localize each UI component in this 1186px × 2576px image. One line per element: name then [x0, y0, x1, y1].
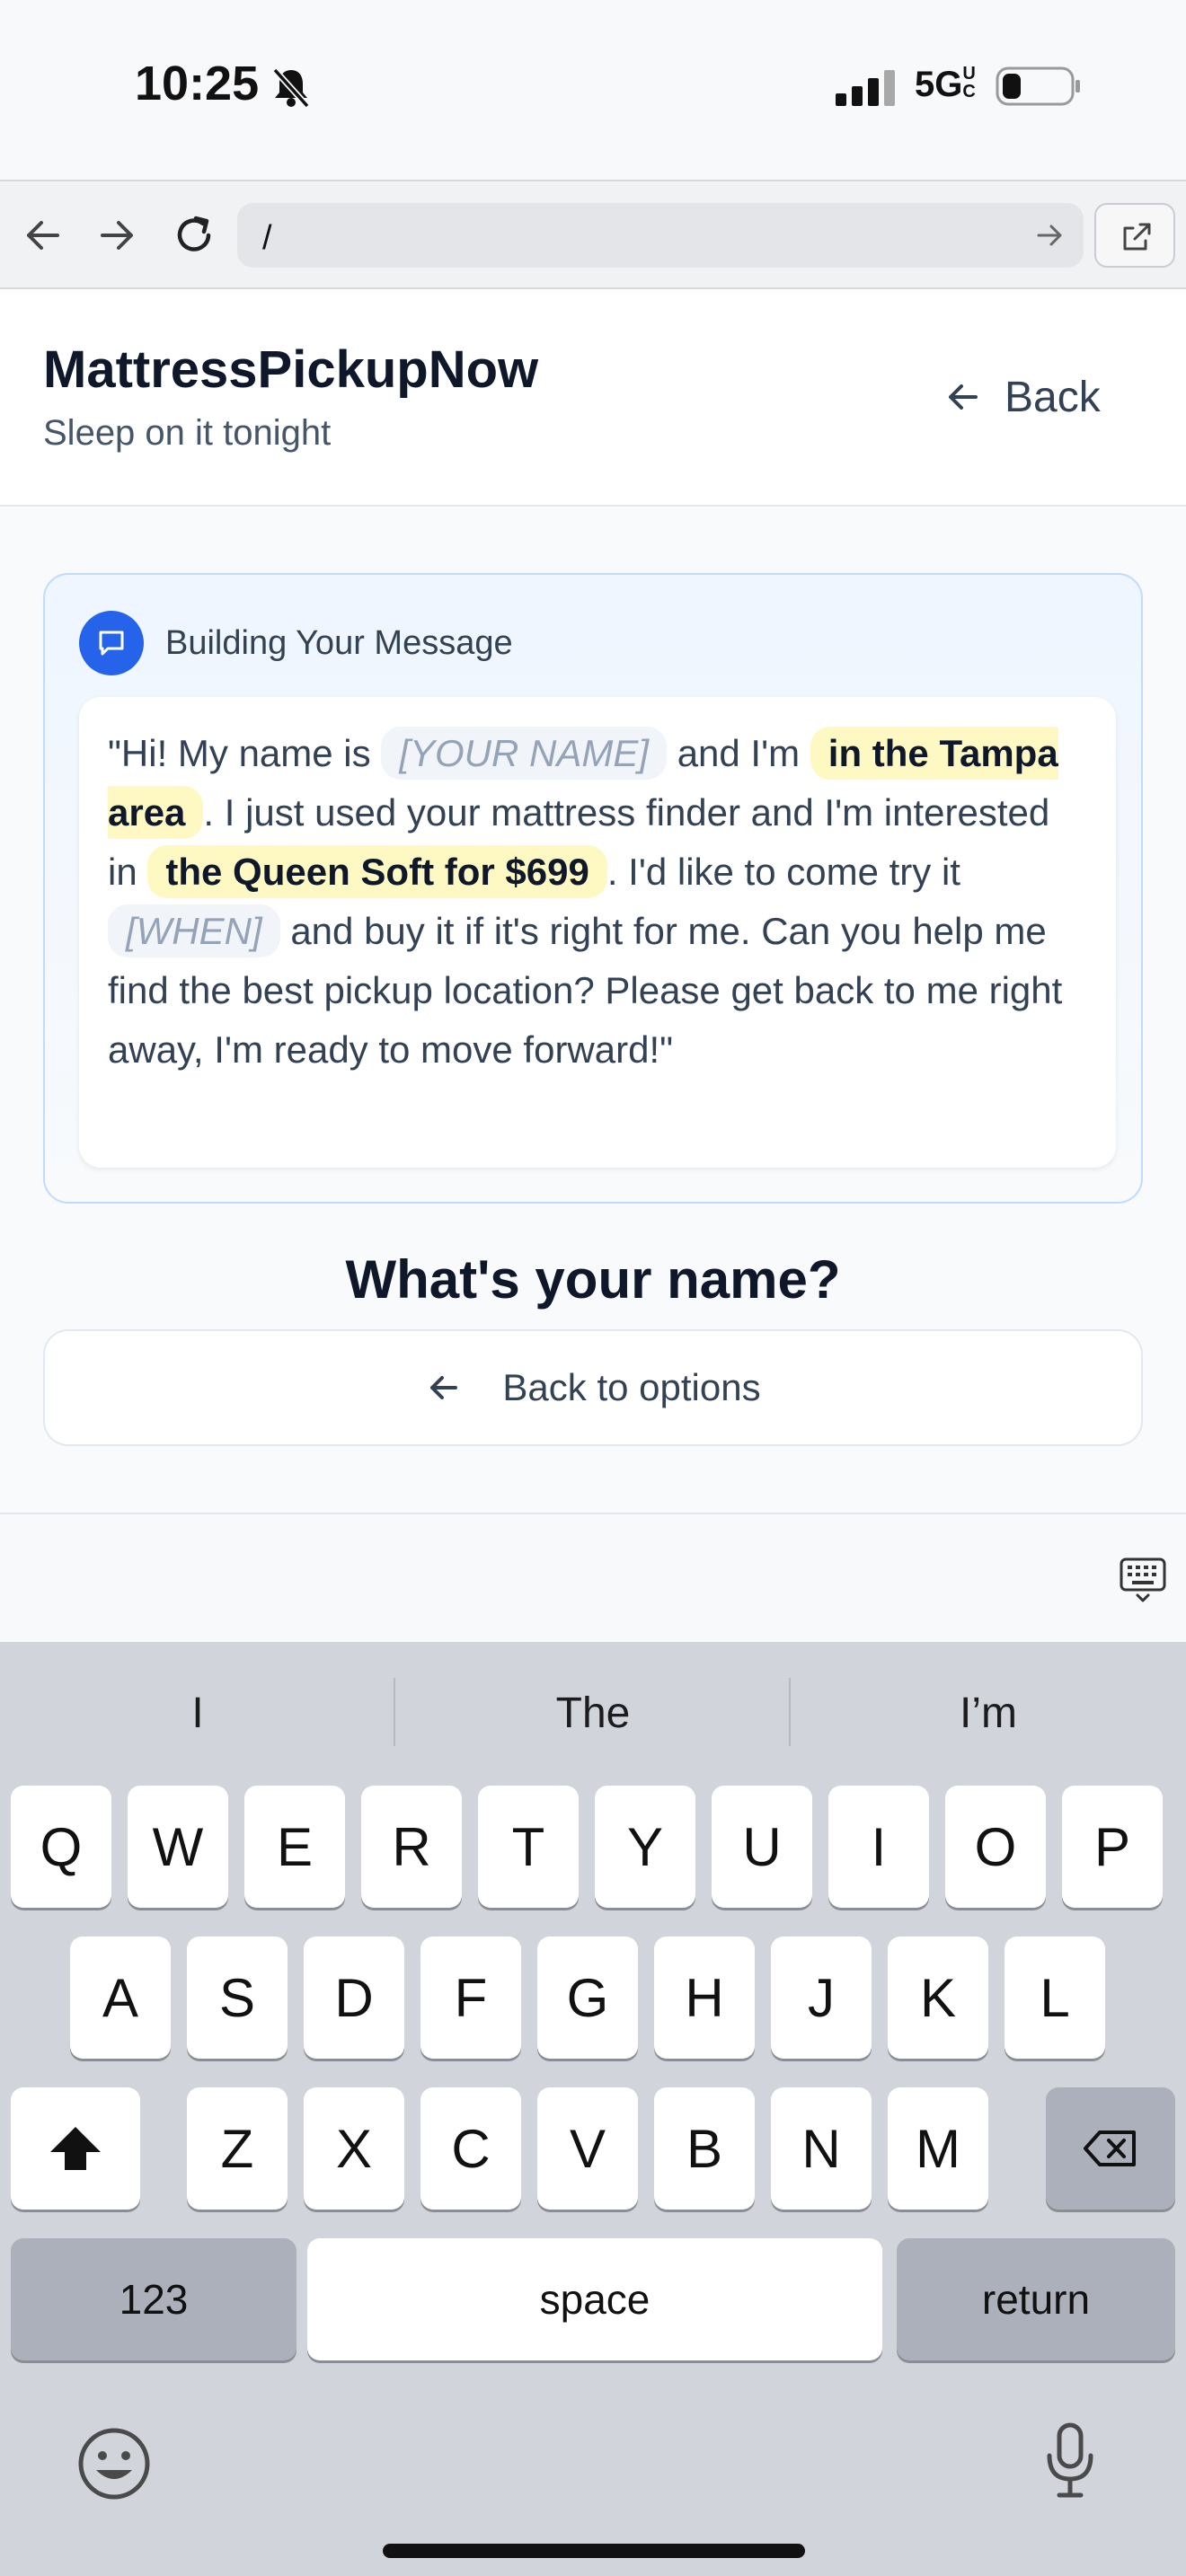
open-external-button[interactable] — [1094, 203, 1175, 268]
key-r[interactable]: R — [361, 1786, 462, 1908]
key-o[interactable]: O — [945, 1786, 1046, 1908]
keyboard-dismiss-icon[interactable] — [1118, 1554, 1168, 1604]
key-z[interactable]: Z — [187, 2087, 288, 2210]
back-arrow-icon[interactable] — [18, 210, 68, 260]
key-l[interactable]: L — [1005, 1936, 1105, 2059]
url-bar[interactable]: / — [237, 203, 1084, 268]
chat-icon — [99, 631, 124, 656]
key-f[interactable]: F — [420, 1936, 521, 2059]
battery-icon — [996, 66, 1080, 106]
key-g[interactable]: G — [537, 1936, 638, 2059]
key-d[interactable]: D — [304, 1936, 404, 2059]
message-text-part: and I'm — [677, 732, 801, 774]
browser-toolbar: / — [0, 180, 1186, 289]
go-arrow-icon[interactable] — [1033, 219, 1066, 251]
message-text: "Hi! My name is [YOUR NAME] and I'm in t… — [79, 697, 1116, 1168]
signal-icon — [836, 70, 895, 106]
return-key[interactable]: return — [897, 2238, 1175, 2360]
arrow-left-icon — [949, 384, 978, 410]
key-b[interactable]: B — [654, 2087, 755, 2210]
external-link-icon — [1123, 223, 1151, 251]
when-placeholder: [WHEN] — [108, 904, 280, 957]
reload-icon[interactable] — [169, 210, 219, 260]
back-label: Back — [1005, 373, 1101, 421]
status-bar: 10:25 5GUC — [0, 0, 1186, 180]
key-u[interactable]: U — [712, 1786, 812, 1908]
shift-key[interactable] — [11, 2087, 140, 2210]
message-text-part: . I'd like to come try it — [606, 851, 960, 893]
bell-slash-icon — [272, 67, 310, 108]
chat-icon-badge — [79, 611, 144, 675]
key-n[interactable]: N — [771, 2087, 872, 2210]
name-placeholder: [YOUR NAME] — [381, 727, 668, 780]
url-text: / — [262, 219, 272, 257]
key-p[interactable]: P — [1062, 1786, 1163, 1908]
back-to-options-button[interactable]: Back to options — [43, 1329, 1143, 1446]
key-k[interactable]: K — [888, 1936, 988, 2059]
suggestion-1[interactable]: I — [0, 1678, 395, 1750]
key-x[interactable]: X — [304, 2087, 404, 2210]
on-screen-keyboard: I The I’m Q W E R T Y U I O P A S D F G … — [0, 1642, 1186, 2576]
microphone-icon[interactable] — [1030, 2420, 1111, 2501]
key-w[interactable]: W — [128, 1786, 228, 1908]
delete-key[interactable] — [1046, 2087, 1175, 2210]
brand-tagline: Sleep on it tonight — [43, 413, 332, 453]
suggestion-3[interactable]: I’m — [791, 1678, 1186, 1750]
message-card-header: Building Your Message — [79, 611, 513, 675]
product-highlight: the Queen Soft for $699 — [147, 845, 607, 898]
key-c[interactable]: C — [420, 2087, 521, 2210]
app-header: MattressPickupNow Sleep on it tonight Ba… — [0, 289, 1186, 507]
key-a[interactable]: A — [70, 1936, 171, 2059]
message-card-title: Building Your Message — [165, 623, 513, 662]
arrow-left-icon — [430, 1376, 458, 1399]
home-indicator — [383, 2544, 805, 2558]
key-v[interactable]: V — [537, 2087, 638, 2210]
key-m[interactable]: M — [888, 2087, 988, 2210]
brand-title: MattressPickupNow — [43, 340, 539, 399]
key-q[interactable]: Q — [11, 1786, 111, 1908]
key-s[interactable]: S — [187, 1936, 288, 2059]
status-time: 10:25 — [135, 57, 260, 110]
back-button[interactable]: Back — [943, 370, 1101, 424]
key-h[interactable]: H — [654, 1936, 755, 2059]
key-j[interactable]: J — [771, 1936, 872, 2059]
message-preview-card: Building Your Message "Hi! My name is [Y… — [43, 573, 1143, 1204]
shift-icon — [50, 2127, 101, 2170]
keyboard-accessory-bar — [0, 1514, 1186, 1642]
back-to-options-label: Back to options — [502, 1366, 761, 1408]
emoji-icon[interactable] — [74, 2423, 155, 2504]
key-e[interactable]: E — [244, 1786, 345, 1908]
key-i[interactable]: I — [828, 1786, 929, 1908]
numbers-key[interactable]: 123 — [11, 2238, 296, 2360]
space-key[interactable]: space — [307, 2238, 882, 2360]
message-text-part: "Hi! My name is — [108, 732, 371, 774]
suggestion-2[interactable]: The — [395, 1678, 791, 1750]
name-question-heading: What's your name? — [345, 1249, 841, 1310]
main-content: Building Your Message "Hi! My name is [Y… — [0, 507, 1186, 1514]
forward-arrow-icon[interactable] — [92, 210, 142, 260]
key-y[interactable]: Y — [595, 1786, 695, 1908]
delete-icon — [1084, 2130, 1136, 2166]
network-label: 5GUC — [915, 64, 976, 104]
key-t[interactable]: T — [478, 1786, 579, 1908]
